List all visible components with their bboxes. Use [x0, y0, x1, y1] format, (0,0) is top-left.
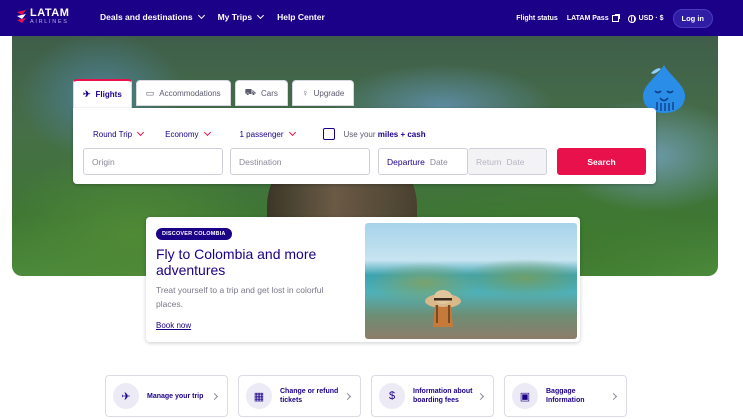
baggage-icon: ▣ [512, 383, 538, 409]
nav-item-label: Deals and destinations [100, 12, 193, 22]
latam-pass-link[interactable]: LATAM Pass [566, 14, 620, 22]
search-options: Round Trip Economy 1 passenger Use your … [93, 128, 426, 140]
currency-label: USD · $ [638, 15, 664, 22]
quick-link-label: Information about boarding fees [413, 388, 473, 404]
quick-links: ✈ Manage your trip ▦ Change or refund ti… [105, 375, 627, 417]
quick-link-baggage[interactable]: ▣ Baggage Information [504, 375, 627, 417]
departure-date-input[interactable]: Departure Date [378, 148, 468, 175]
quick-link-label: Change or refund tickets [280, 388, 339, 404]
utility-nav: Flight status LATAM Pass USD · $ Log in [516, 9, 713, 28]
promo-badge: DISCOVER COLOMBIA [156, 228, 232, 240]
chevron-right-icon [343, 392, 352, 401]
search-tabs: ✈ Flights ▭ Accommodations ⛟ Cars ♀ Upgr… [73, 79, 355, 108]
return-label: Return [476, 156, 502, 167]
tab-label: Accommodations [159, 88, 221, 98]
promo-card: DISCOVER COLOMBIA Fly to Colombia and mo… [146, 217, 580, 342]
departure-label: Departure [387, 156, 425, 167]
return-date-input[interactable]: Return Date [468, 148, 547, 175]
quick-link-manage-trip[interactable]: ✈ Manage your trip [105, 375, 228, 417]
traveler-hat-illustration [425, 290, 461, 327]
return-placeholder: Date [506, 156, 525, 167]
nav-help-center[interactable]: Help Center [277, 12, 325, 22]
upgrade-icon: ♀ [301, 88, 309, 98]
cabin-value: Economy [165, 129, 199, 139]
main-nav: Deals and destinations My Trips Help Cen… [100, 11, 325, 22]
cabin-select[interactable]: Economy [165, 128, 211, 139]
destination-placeholder: Destination [239, 156, 282, 167]
tab-label: Flights [95, 90, 122, 99]
plane-ticket-icon: ✈ [113, 383, 139, 409]
latam-pass-label: LATAM Pass [566, 15, 609, 22]
miles-cash-label: Use your miles + cash [344, 130, 426, 139]
currency-selector[interactable]: USD · $ [627, 14, 664, 23]
tab-label: Cars [260, 88, 278, 98]
destination-input[interactable]: Destination [230, 148, 370, 175]
flight-status-label: Flight status [516, 15, 558, 22]
miles-prefix: Use your [343, 129, 376, 139]
passengers-value: 1 passenger [239, 129, 284, 139]
bed-icon: ▭ [145, 87, 155, 98]
promo-title: Fly to Colombia and more adventures [156, 246, 317, 278]
latam-logo[interactable]: LATAM AIRLINES [16, 8, 69, 26]
chevron-down-icon [197, 11, 205, 20]
origin-placeholder: Origin [92, 156, 115, 167]
chevron-right-icon [609, 392, 618, 401]
departure-placeholder: Date [429, 156, 448, 167]
tab-upgrade[interactable]: ♀ Upgrade [291, 80, 355, 106]
nav-item-label: Help Center [277, 12, 325, 22]
passengers-select[interactable]: 1 passenger [239, 128, 296, 139]
tab-accommodations[interactable]: ▭ Accommodations [135, 80, 231, 106]
book-now-link[interactable]: Book now [156, 321, 191, 330]
miles-cash-checkbox[interactable] [322, 128, 335, 140]
car-icon: ⛟ [244, 87, 256, 97]
chevron-right-icon [476, 392, 485, 401]
calendar-icon: ▦ [246, 383, 272, 409]
login-button[interactable]: Log in [672, 9, 713, 28]
tab-label: Upgrade [313, 88, 345, 98]
brand-subname: AIRLINES [30, 19, 69, 25]
chevron-down-icon [288, 128, 296, 137]
trip-type-select[interactable]: Round Trip [93, 128, 145, 139]
latam-logo-icon [17, 9, 26, 23]
promo-description: Treat yourself to a trip and get lost in… [156, 285, 324, 309]
money-icon: $ [379, 383, 405, 409]
top-navigation-bar: LATAM AIRLINES Deals and destinations My… [0, 0, 743, 36]
flight-search-form: Round Trip Economy 1 passenger Use your … [73, 108, 656, 184]
trip-type-value: Round Trip [93, 129, 133, 139]
tab-cars[interactable]: ⛟ Cars [234, 80, 288, 106]
nav-my-trips[interactable]: My Trips [217, 11, 265, 22]
miles-bold: miles + cash [377, 129, 426, 139]
search-button[interactable]: Search [557, 148, 646, 175]
chevron-down-icon [137, 128, 145, 137]
chevron-down-icon [257, 11, 265, 20]
nav-item-label: My Trips [217, 12, 253, 22]
quick-link-change-refund[interactable]: ▦ Change or refund tickets [238, 375, 361, 417]
chevron-right-icon [210, 392, 219, 401]
quick-link-boarding-fees[interactable]: $ Information about boarding fees [371, 375, 494, 417]
promo-image [365, 223, 577, 339]
quick-link-label: Manage your trip [147, 392, 204, 400]
quick-link-label: Baggage Information [546, 388, 585, 404]
flight-status-link[interactable]: Flight status [516, 15, 558, 22]
brand-name: LATAM [30, 7, 70, 19]
globe-icon [627, 14, 636, 23]
external-link-icon [611, 14, 620, 22]
origin-input[interactable]: Origin [83, 148, 223, 175]
nav-deals-and-destinations[interactable]: Deals and destinations [100, 11, 205, 22]
tab-flights[interactable]: ✈ Flights [73, 79, 132, 108]
chevron-down-icon [203, 128, 211, 137]
plane-icon: ✈ [83, 89, 91, 99]
